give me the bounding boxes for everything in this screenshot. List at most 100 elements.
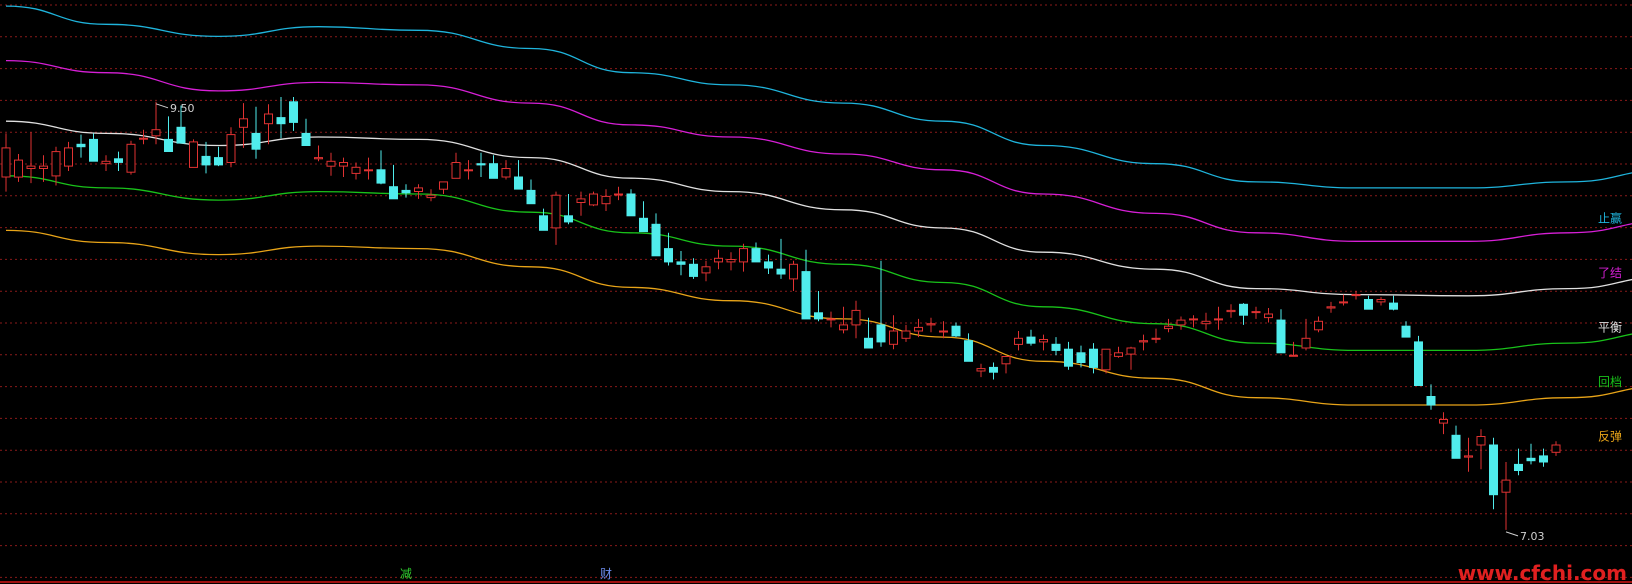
candle (1151, 328, 1161, 344)
candle (201, 141, 211, 174)
candle (1239, 303, 1248, 325)
candle-body (1, 147, 11, 178)
candle-body (339, 162, 348, 167)
candle-body (1426, 396, 1436, 406)
candle-body (89, 138, 98, 162)
candle-body (264, 113, 273, 125)
candle-body (1501, 479, 1511, 493)
candle-body (1226, 309, 1236, 313)
candle (76, 134, 86, 158)
candle (1326, 301, 1336, 313)
candle-body (139, 137, 148, 140)
candle-body (1476, 436, 1486, 446)
candle-body (451, 162, 461, 179)
candle (1489, 437, 1498, 510)
candle-body (651, 223, 661, 257)
candle-body (626, 193, 636, 217)
candle (939, 321, 948, 339)
candle (564, 194, 573, 225)
candle (401, 184, 411, 198)
candle (1439, 412, 1448, 435)
candle-body (951, 325, 961, 337)
band-line-1 (5, 5, 1632, 189)
candle-body (1451, 434, 1461, 459)
candle-body (601, 195, 611, 205)
candle (489, 155, 498, 179)
band-line-2 (5, 59, 1632, 242)
candle (1251, 306, 1261, 319)
candle-body (864, 337, 873, 349)
candle-body (126, 143, 136, 173)
candle-body (739, 248, 748, 263)
candle (814, 291, 823, 322)
candle (89, 133, 98, 162)
price-annotations: 9.50 7.03 (155, 102, 1545, 543)
candle (214, 146, 223, 167)
candle (1064, 341, 1073, 370)
candle (826, 311, 836, 328)
candle-body (701, 266, 711, 274)
candle (876, 260, 886, 347)
candle (589, 191, 598, 207)
candle-body (514, 176, 523, 190)
candle (376, 150, 386, 185)
candle (1389, 295, 1398, 311)
candlestick-chart: 止赢了结平衡回档反弹 9.507.03 减财 www.cfchi.com (0, 4, 1632, 584)
candle-body (1439, 419, 1448, 424)
candle-body (251, 132, 261, 150)
band-lines (5, 5, 1632, 406)
candle-body (664, 248, 673, 263)
candle (1526, 443, 1536, 465)
candle (1514, 448, 1523, 476)
candle (1164, 318, 1173, 333)
candle-body (1289, 354, 1298, 357)
candle-body (151, 129, 161, 137)
candle-body (476, 163, 486, 166)
candle (501, 160, 511, 180)
candle-body (289, 101, 298, 123)
bottom-markers: 减财 (400, 567, 612, 581)
candle-body (676, 261, 686, 265)
candle-body (501, 168, 511, 178)
candle-body (401, 189, 411, 194)
candle-body (39, 165, 48, 170)
candle (576, 191, 586, 216)
candle-body (776, 268, 786, 275)
candle-body (901, 330, 911, 339)
candle-body (301, 132, 311, 146)
candle-body (1001, 356, 1011, 365)
candle (526, 179, 536, 205)
candle (726, 252, 736, 271)
candle (464, 160, 473, 180)
candle (351, 162, 361, 180)
candle-body (101, 160, 111, 165)
candle (289, 97, 298, 131)
candle (851, 300, 861, 339)
candle-body (1264, 313, 1273, 319)
candle-body (801, 271, 811, 320)
candle-body (1301, 337, 1311, 349)
candle-body (1364, 299, 1373, 310)
candle (226, 127, 236, 168)
candle-body (1051, 343, 1061, 351)
candle (651, 213, 661, 257)
candle (1451, 425, 1461, 459)
candle-body (214, 157, 223, 166)
candle (976, 363, 986, 378)
candle (1139, 334, 1148, 351)
candle (1289, 341, 1298, 357)
candle (751, 242, 761, 263)
candle-body (1014, 337, 1023, 345)
candle-body (464, 169, 473, 172)
candle-body (764, 261, 773, 269)
candle-body (64, 147, 73, 167)
candle (314, 145, 323, 162)
candle (476, 152, 486, 177)
candle (1051, 337, 1061, 356)
candle-body (1339, 301, 1348, 304)
candle (1364, 295, 1373, 310)
candle (1214, 306, 1223, 330)
candle-body (539, 215, 548, 231)
candle (239, 103, 248, 148)
candle-body (1114, 352, 1123, 357)
